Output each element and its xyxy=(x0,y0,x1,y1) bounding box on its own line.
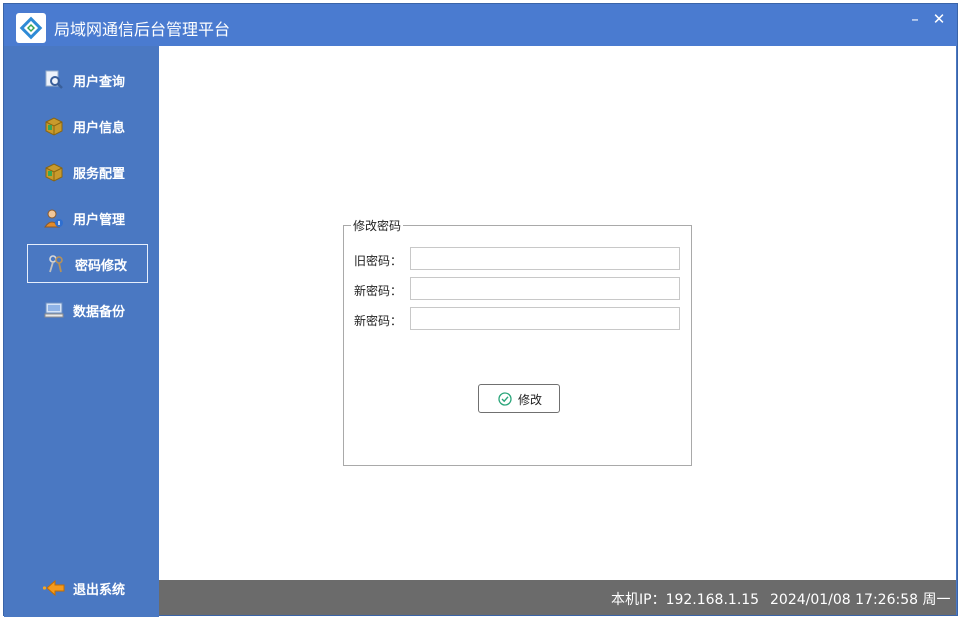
sidebar-item-label: 数据备份 xyxy=(73,305,126,320)
sidebar-item-label: 密码修改 xyxy=(75,259,128,274)
confirm-password-field[interactable] xyxy=(410,307,680,330)
sidebar-item-label: 用户管理 xyxy=(73,213,126,228)
cube-icon xyxy=(44,116,64,136)
title-bar[interactable]: 局域网通信后台管理平台 – ✕ xyxy=(4,4,957,46)
magnifier-page-icon xyxy=(44,70,64,90)
cube-icon xyxy=(44,162,64,182)
keys-icon xyxy=(46,254,66,274)
sidebar-item-change-password[interactable]: 密码修改 xyxy=(27,244,148,283)
new-password-field[interactable] xyxy=(410,277,680,300)
confirm-password-label: 新密码： xyxy=(354,314,403,328)
old-password-field[interactable] xyxy=(410,247,680,270)
sidebar-item-user-management[interactable]: 用户管理 xyxy=(26,199,146,237)
exit-arrow-icon xyxy=(42,578,65,598)
sidebar-item-label: 用户信息 xyxy=(73,121,126,136)
computer-icon xyxy=(44,300,64,320)
exit-system-button[interactable]: 退出系统 xyxy=(26,569,146,607)
sidebar-item-service-config[interactable]: 服务配置 xyxy=(26,153,146,191)
app-logo-icon xyxy=(16,13,46,43)
close-button[interactable]: ✕ xyxy=(929,9,949,29)
user-info-icon xyxy=(44,208,64,228)
main-window: 局域网通信后台管理平台 – ✕ 用户查询 用户信息 服务配置 用户管理 密码修改… xyxy=(3,3,958,617)
sidebar-item-label: 用户查询 xyxy=(73,75,126,90)
status-ip: 本机IP：192.168.1.15 xyxy=(611,592,760,608)
modify-button-label: 修改 xyxy=(518,393,543,407)
check-circle-icon xyxy=(498,392,512,409)
change-password-groupbox: 修改密码 旧密码： 新密码： 新密码： 修改 xyxy=(343,217,692,466)
window-title: 局域网通信后台管理平台 xyxy=(54,20,231,39)
sidebar-item-user-query[interactable]: 用户查询 xyxy=(26,61,146,99)
groupbox-title: 修改密码 xyxy=(351,217,404,234)
sidebar-item-user-info[interactable]: 用户信息 xyxy=(26,107,146,145)
modify-button[interactable]: 修改 xyxy=(478,384,560,413)
exit-system-label: 退出系统 xyxy=(73,583,126,598)
old-password-label: 旧密码： xyxy=(354,254,403,268)
sidebar-item-data-backup[interactable]: 数据备份 xyxy=(26,291,146,329)
sidebar: 用户查询 用户信息 服务配置 用户管理 密码修改 数据备份 退出系统 xyxy=(4,46,159,617)
status-datetime: 2024/01/08 17:26:58 周一 xyxy=(770,592,951,608)
sidebar-item-label: 服务配置 xyxy=(73,167,126,182)
status-bar: 本机IP：192.168.1.15 2024/01/08 17:26:58 周一 xyxy=(159,580,956,615)
content-area: 修改密码 旧密码： 新密码： 新密码： 修改 xyxy=(159,46,956,580)
new-password-label: 新密码： xyxy=(354,284,403,298)
minimize-button[interactable]: – xyxy=(905,9,925,29)
